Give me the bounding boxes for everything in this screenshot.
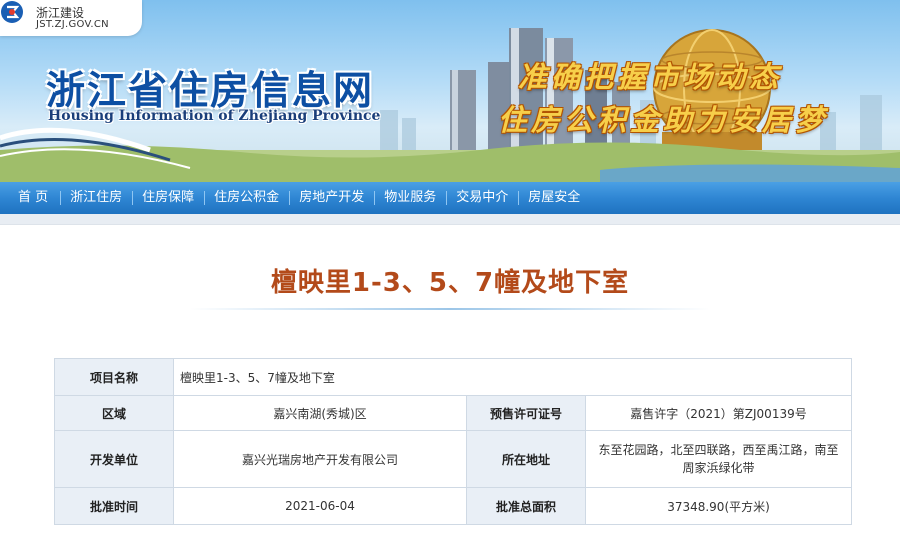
zhejiang-construction-logo-icon xyxy=(1,1,23,23)
project-name-value: 檀映里1-3、5、7幢及地下室 xyxy=(173,358,852,396)
approval-time-value: 2021-06-04 xyxy=(173,487,467,525)
address-label: 所在地址 xyxy=(466,430,586,488)
nav-zhejiang-housing[interactable]: 浙江住房 xyxy=(60,182,132,214)
approved-area-value: 37348.90(平方米) xyxy=(585,487,852,525)
logo-badge[interactable]: 浙江建设 JST.ZJ.GOV.CN xyxy=(0,0,142,36)
developer-label: 开发单位 xyxy=(54,430,174,488)
nav-housing-safety[interactable]: 房屋安全 xyxy=(518,182,590,214)
address-value: 东至花园路，北至四联路，西至禹江路，南至周家浜绿化带 xyxy=(585,430,852,488)
approved-area-label: 批准总面积 xyxy=(466,487,586,525)
slogan-line-2: 住房公积金助力安居梦 xyxy=(498,103,829,137)
region-value: 嘉兴南湖(秀城)区 xyxy=(173,395,467,431)
page-title: 檀映里1-3、5、7幢及地下室 xyxy=(270,268,630,298)
developer-value: 嘉兴光瑞房地产开发有限公司 xyxy=(173,430,467,488)
nav-real-estate-development[interactable]: 房地产开发 xyxy=(289,182,374,214)
project-info-table: 项目名称 檀映里1-3、5、7幢及地下室 区域 嘉兴南湖(秀城)区 预售许可证号… xyxy=(54,358,852,525)
presale-permit-value: 嘉售许字（2021）第ZJ00139号 xyxy=(585,395,852,431)
title-divider xyxy=(190,308,710,310)
site-subtitle: Housing Information of Zhejiang Province xyxy=(48,108,381,124)
table-row: 开发单位 嘉兴光瑞房地产开发有限公司 所在地址 东至花园路，北至四联路，西至禹江… xyxy=(54,430,852,488)
approval-time-label: 批准时间 xyxy=(54,487,174,525)
header-banner: 浙江建设 JST.ZJ.GOV.CN 浙江省住房信息网 Housing Info… xyxy=(0,0,900,182)
slogan-line-1: 准确把握市场动态 xyxy=(518,60,783,94)
table-row: 项目名称 檀映里1-3、5、7幢及地下室 xyxy=(54,358,852,396)
nav-housing-security[interactable]: 住房保障 xyxy=(132,182,204,214)
table-row: 区域 嘉兴南湖(秀城)区 预售许可证号 嘉售许字（2021）第ZJ00139号 xyxy=(54,395,852,431)
nav-home[interactable]: 首 页 xyxy=(0,182,60,214)
presale-permit-label: 预售许可证号 xyxy=(466,395,586,431)
nav-transaction-agency[interactable]: 交易中介 xyxy=(446,182,518,214)
nav-housing-fund[interactable]: 住房公积金 xyxy=(204,182,289,214)
project-name-label: 项目名称 xyxy=(54,358,174,396)
region-label: 区域 xyxy=(54,395,174,431)
nav-property-services[interactable]: 物业服务 xyxy=(374,182,446,214)
logo-text-en: JST.ZJ.GOV.CN xyxy=(36,19,109,30)
table-row: 批准时间 2021-06-04 批准总面积 37348.90(平方米) xyxy=(54,487,852,525)
main-nav: 首 页 浙江住房 住房保障 住房公积金 房地产开发 物业服务 交易中介 房屋安全 xyxy=(0,182,900,214)
